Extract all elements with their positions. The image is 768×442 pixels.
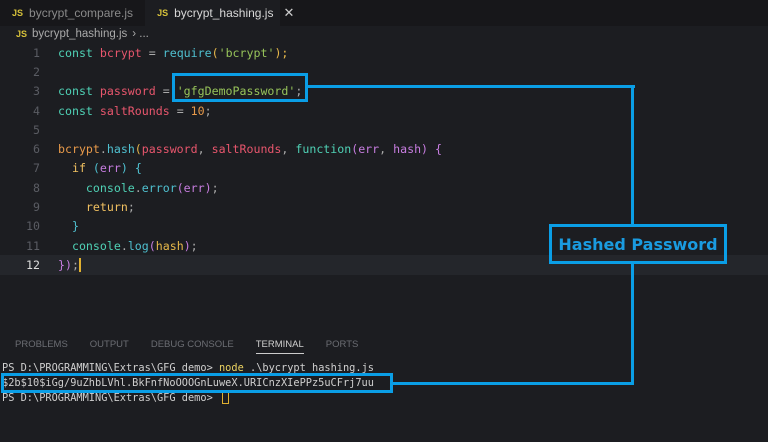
breadcrumb-file[interactable]: bycrypt_hashing.js (32, 28, 127, 40)
line-number: 12 (26, 257, 40, 272)
connector-line (631, 263, 634, 385)
hashed-password-label: Hashed Password (549, 224, 727, 264)
connector-line (307, 85, 635, 88)
tab-bycrypt-compare[interactable]: JS bycrypt_compare.js (0, 0, 145, 26)
code-line: } (71, 219, 79, 234)
terminal-cursor (221, 391, 229, 404)
close-icon[interactable]: ✕ (283, 5, 294, 21)
password-highlight-box (172, 73, 308, 102)
tab-label: bycrypt_hashing.js (174, 6, 274, 20)
breadcrumb-rest[interactable]: › ... (132, 28, 149, 40)
line-number: 7 (33, 161, 40, 176)
code-line: const bcrypt = require('bcrypt'); (58, 45, 289, 60)
breadcrumb: JS bycrypt_hashing.js › ... (16, 28, 149, 40)
editor-tabs: JS bycrypt_compare.js JS bycrypt_hashing.j… (0, 0, 768, 26)
line-number: 2 (33, 64, 40, 79)
code-line: }); (58, 257, 81, 273)
tab-debug-console[interactable]: DEBUG CONSOLE (151, 339, 234, 354)
js-file-icon: JS (16, 29, 28, 39)
line-number: 9 (33, 200, 40, 215)
hash-output-highlight-box (1, 373, 393, 393)
line-number: 3 (33, 84, 40, 99)
line-number: 10 (26, 219, 40, 234)
connector-line (391, 382, 634, 385)
tab-label: bycrypt_compare.js (29, 6, 134, 20)
tab-ports[interactable]: PORTS (326, 339, 359, 354)
line-number: 8 (33, 180, 40, 195)
line-number: 5 (33, 122, 40, 137)
code-line: const saltRounds = 10; (58, 103, 212, 118)
js-file-icon: JS (12, 8, 24, 18)
code-line: console.error(err); (85, 180, 219, 195)
text-cursor (78, 258, 81, 273)
tab-output[interactable]: OUTPUT (90, 339, 129, 354)
code-line: if (err) { (71, 161, 142, 176)
line-number: 6 (33, 142, 40, 157)
js-file-icon: JS (157, 8, 169, 18)
panel-tabs: PROBLEMS OUTPUT DEBUG CONSOLE TERMINAL P… (15, 339, 358, 354)
tab-terminal[interactable]: TERMINAL (255, 339, 304, 354)
code-line: bcrypt.hash(password, saltRounds, functi… (58, 142, 442, 157)
line-number: 1 (33, 45, 40, 60)
code-line: console.log(hash); (71, 238, 198, 253)
code-line: return; (85, 200, 135, 215)
line-number: 4 (33, 103, 40, 118)
tab-bycrypt-hashing[interactable]: JS bycrypt_hashing.js ✕ (145, 0, 294, 26)
connector-line (631, 85, 634, 225)
line-number: 11 (26, 238, 40, 253)
tab-problems[interactable]: PROBLEMS (15, 339, 68, 354)
